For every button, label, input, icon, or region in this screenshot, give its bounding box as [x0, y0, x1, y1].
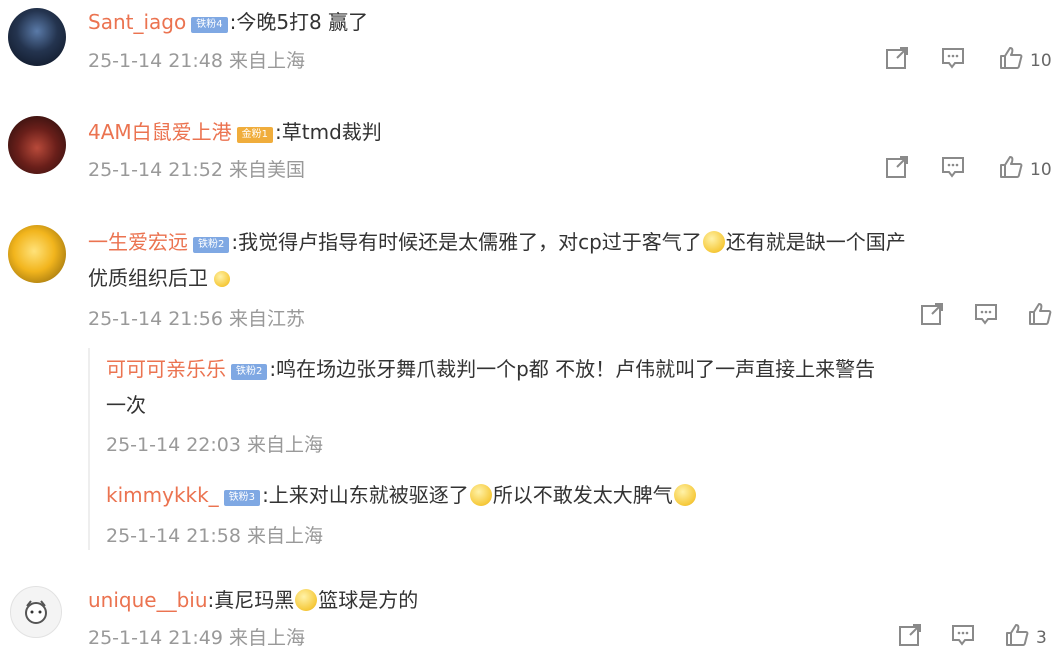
reply-line: kimmykkk_ 铁粉3:上来对山东就被驱逐了 所以不敢发太大脾气	[106, 478, 697, 512]
like-count: 10	[1030, 160, 1052, 180]
comment-text-line2: 优质组织后卫	[88, 266, 208, 290]
dog-emoji-icon	[469, 484, 492, 506]
like-count: 10	[1030, 51, 1052, 71]
comment-line: Sant_iago 铁粉4:今晚5打8 赢了	[88, 6, 368, 38]
reply-text: :鸣在场边张牙舞爪裁判一个p都 不放！卢伟就叫了一声直接上来警告	[269, 357, 876, 381]
username-link[interactable]: Sant_iago	[88, 10, 186, 34]
comment-actions: 10	[880, 45, 1056, 75]
avatar[interactable]	[10, 586, 62, 638]
share-icon[interactable]	[897, 622, 923, 648]
comment-line: 一生爱宏远 铁粉2:我觉得卢指导有时候还是太儒雅了，对cp过于客气了 还有就是缺一个…	[88, 226, 906, 258]
thumbs-up-icon[interactable]	[998, 45, 1024, 71]
reply-username-link[interactable]: kimmykkk_	[106, 483, 219, 507]
fan-badge: 铁粉4	[191, 17, 228, 33]
comment-icon[interactable]	[940, 154, 966, 180]
comment-text: :真尼玛黑	[207, 588, 295, 612]
username-link[interactable]: 一生爱宏远	[88, 230, 188, 254]
comment-meta: 25-1-14 21:56 来自江苏	[88, 308, 305, 330]
dog-emoji-icon	[673, 484, 696, 506]
avatar[interactable]	[8, 116, 66, 174]
reply-username-link[interactable]: 可可可亲乐乐	[106, 357, 226, 381]
avatar[interactable]	[8, 225, 66, 283]
comment-line: unique__biu:真尼玛黑 篮球是方的	[88, 584, 418, 616]
comment-icon[interactable]	[950, 622, 976, 648]
reply-meta: 25-1-14 22:03 来自上海	[106, 434, 323, 456]
reply-line: 可可可亲乐乐 铁粉2:鸣在场边张牙舞爪裁判一个p都 不放！卢伟就叫了一声直接上来警…	[106, 352, 875, 386]
comment-meta: 25-1-14 21:49 来自上海	[88, 627, 305, 649]
replies-panel: 可可可亲乐乐 铁粉2:鸣在场边张牙舞爪裁判一个p都 不放！卢伟就叫了一声直接上来警…	[88, 348, 1050, 550]
thumbs-up-icon[interactable]	[998, 154, 1024, 180]
fan-badge: 铁粉2	[231, 364, 268, 380]
person-emoji-icon	[214, 271, 230, 287]
fan-badge: 铁粉3	[223, 490, 261, 506]
share-icon[interactable]	[884, 154, 910, 180]
comment-actions: 3	[893, 622, 1056, 652]
fan-badge: 金粉1	[236, 127, 274, 143]
comment-text-continued: 篮球是方的	[318, 588, 419, 612]
smile-emoji-icon	[702, 231, 725, 253]
comment-actions: 10	[880, 154, 1056, 184]
comment-line: 4AM白鼠爱上港 金粉1:草tmd裁判	[88, 116, 382, 148]
comment-actions	[915, 301, 1056, 331]
comment-line-2: 优质组织后卫	[88, 262, 231, 294]
comment-text: :草tmd裁判	[275, 120, 382, 144]
reply-line-2: 一次	[106, 388, 146, 422]
comment-meta: 25-1-14 21:48 来自上海	[88, 50, 305, 72]
thumbs-up-icon[interactable]	[1004, 622, 1030, 648]
share-icon[interactable]	[884, 45, 910, 71]
comment-meta: 25-1-14 21:52 来自美国	[88, 159, 305, 181]
share-icon[interactable]	[919, 301, 945, 327]
comment-icon[interactable]	[973, 301, 999, 327]
avatar[interactable]	[8, 8, 66, 66]
like-count: 3	[1036, 628, 1047, 648]
username-link[interactable]: 4AM白鼠爱上港	[88, 120, 232, 144]
fan-badge: 铁粉2	[193, 237, 230, 253]
comment-text: :今晚5打8 赢了	[229, 10, 369, 34]
comment-icon[interactable]	[940, 45, 966, 71]
reply-text-line2: 一次	[106, 393, 146, 417]
comment-text: :我觉得卢指导有时候还是太儒雅了，对cp过于客气了	[231, 230, 702, 254]
reply-text: :上来对山东就被驱逐了	[262, 483, 469, 507]
username-link[interactable]: unique__biu	[88, 588, 208, 612]
reply-text-continued: 所以不敢发太大脾气	[492, 483, 673, 507]
thumbs-up-icon[interactable]	[1027, 301, 1053, 327]
comment-text-continued: 还有就是缺一个国产	[725, 230, 906, 254]
smile-emoji-icon	[295, 589, 318, 611]
reply-meta: 25-1-14 21:58 来自上海	[106, 525, 323, 547]
